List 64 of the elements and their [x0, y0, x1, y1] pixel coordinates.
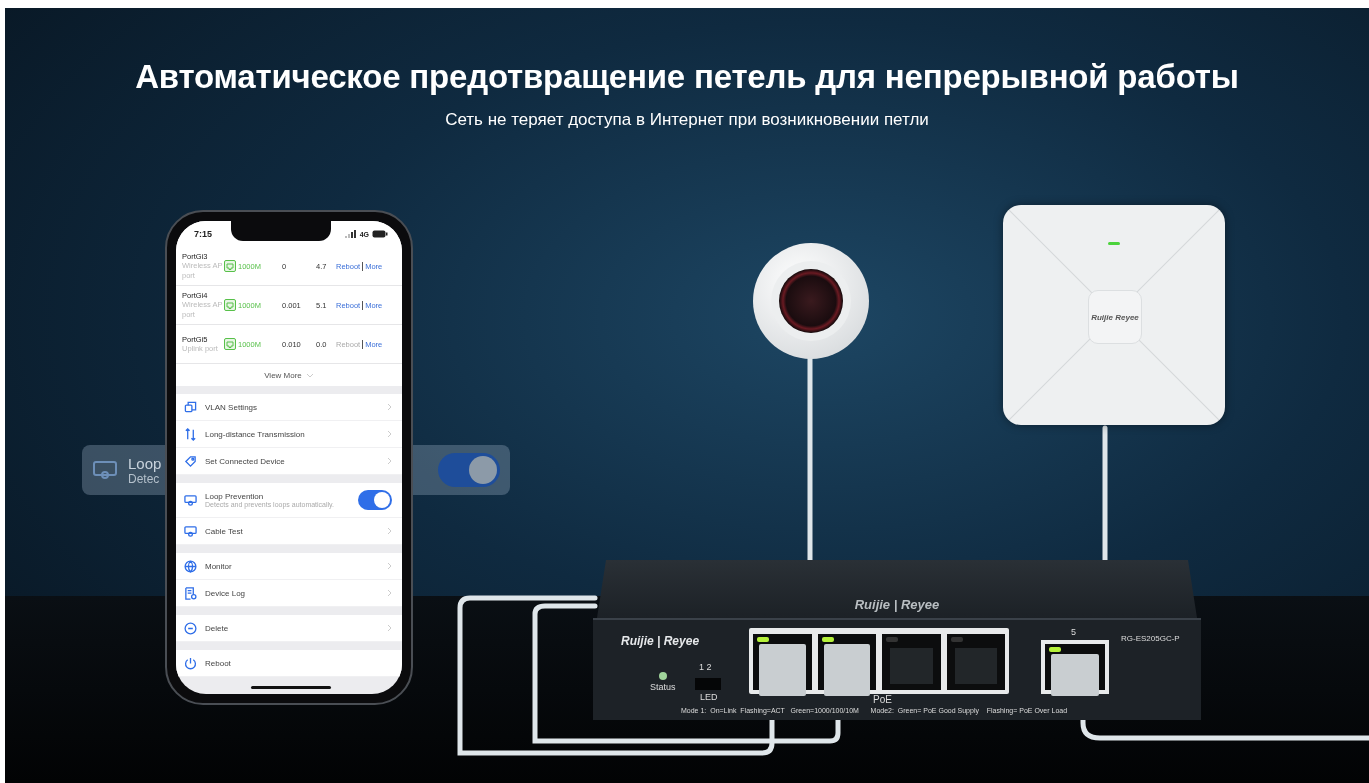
chevron-right-icon: [387, 457, 392, 465]
model-label: RG-ES205GC-P: [1121, 634, 1180, 643]
menu-item[interactable]: Monitor: [176, 553, 402, 580]
status-led: [659, 672, 667, 680]
port-number: 5: [1071, 627, 1076, 637]
menu-item[interactable]: Cable Test: [176, 518, 402, 545]
power-icon: [184, 656, 197, 670]
view-more-link[interactable]: View More: [264, 370, 302, 380]
monitor-icon: [92, 459, 118, 481]
chevron-right-icon: [387, 624, 392, 632]
subheadline: Сеть не теряет доступа в Интернет при возникновении петли: [444, 110, 930, 130]
menu-label: Cable Test: [205, 526, 244, 536]
tag-icon: [184, 454, 197, 468]
chevron-right-icon: [387, 403, 392, 411]
document-icon: [184, 586, 197, 600]
menu-item[interactable]: Set Connected Device: [176, 448, 402, 475]
chevron-right-icon: [387, 562, 392, 570]
menu-item[interactable]: Long-distance Transmission: [176, 421, 402, 448]
cable-plug: [1051, 654, 1099, 696]
menu-label: Delete: [205, 623, 230, 633]
chevron-right-icon: [387, 430, 392, 438]
chevron-right-icon: [387, 527, 392, 535]
port-icon: [224, 338, 236, 350]
logo-text: Ruijie Reyee: [1091, 312, 1139, 322]
signal-icon: [344, 230, 357, 238]
toggle-switch[interactable]: [438, 453, 500, 487]
menu-item[interactable]: Device Log: [176, 580, 402, 607]
menu-item[interactable]: Reboot: [176, 650, 402, 677]
menu-label: Monitor: [205, 561, 233, 571]
headline: Автоматическое предотвращение петель для непрерывной работы: [134, 57, 1240, 96]
chevron-right-icon: [387, 589, 392, 597]
cable-plug: [759, 644, 806, 696]
menu-label: Device Log: [205, 588, 247, 598]
menu-label: Loop Prevention: [205, 492, 265, 501]
menu-label: Reboot: [205, 658, 232, 668]
cable-plug: [823, 644, 870, 696]
menu-label: Long-distance Transmission: [205, 429, 306, 439]
port-icon: [224, 299, 236, 311]
card-title: Loop: [128, 454, 162, 472]
led-numbers: 1 2: [699, 662, 712, 672]
led-label: LED: [700, 692, 718, 702]
status-time: 7:15: [194, 229, 212, 239]
chevron-down-icon: [305, 372, 314, 378]
minus-circle-icon: [184, 621, 197, 635]
poe-label: PoE: [873, 694, 892, 705]
port-icon: [224, 260, 236, 272]
layers-icon: [184, 400, 197, 414]
port-opening: [890, 648, 933, 684]
menu-item[interactable]: VLAN Settings: [176, 394, 402, 421]
monitor-icon: [184, 493, 197, 507]
monitor-icon: [184, 524, 197, 538]
status-label: Status: [650, 682, 676, 692]
card-description: Detec: [128, 471, 160, 486]
arrows-icon: [184, 427, 197, 441]
logo-text: Ruijie | Reyee: [621, 634, 700, 648]
menu-label: Set Connected Device: [205, 456, 286, 466]
menu-label: VLAN Settings: [205, 402, 259, 412]
globe-icon: [184, 559, 197, 573]
toggle-switch[interactable]: [358, 490, 392, 510]
battery-icon: [372, 230, 388, 238]
port-opening: [954, 648, 997, 684]
slot-recess: [695, 678, 721, 690]
menu-item[interactable]: Delete: [176, 615, 402, 642]
logo-text: Ruijie | Reyee: [854, 597, 940, 612]
